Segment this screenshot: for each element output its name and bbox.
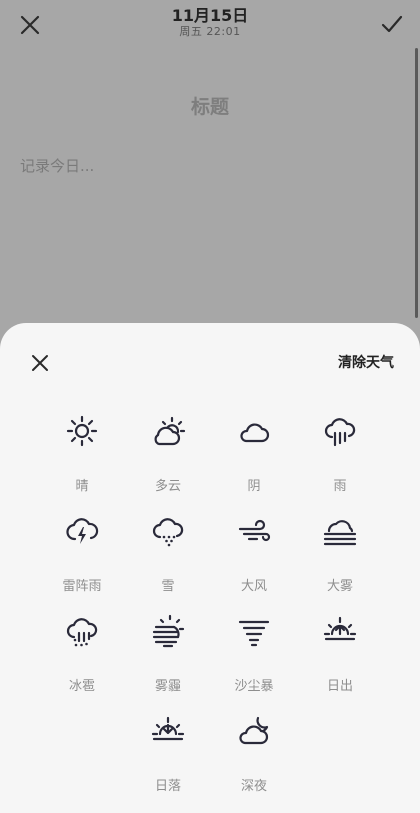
weather-option-overcast[interactable]: 阴 xyxy=(211,413,297,509)
weather-option-partly-cloudy[interactable]: 多云 xyxy=(125,413,211,509)
sun-icon xyxy=(66,415,98,447)
weather-label: 大雾 xyxy=(326,579,353,594)
close-icon xyxy=(32,355,48,371)
cloud-icon xyxy=(240,423,270,443)
date-header[interactable]: 11月15日 周五 22:01 xyxy=(0,6,420,39)
weather-label: 冰雹 xyxy=(68,679,95,694)
sheet-close-button[interactable] xyxy=(24,347,56,379)
check-icon xyxy=(381,15,403,33)
weather-option-sunset[interactable]: 日落 xyxy=(125,713,211,809)
weather-label: 沙尘暴 xyxy=(234,679,274,694)
partly-cloudy-icon xyxy=(154,416,186,446)
weather-label: 多云 xyxy=(154,479,181,494)
sunset-icon xyxy=(151,716,185,741)
weather-label: 雪 xyxy=(161,579,175,594)
note-title-input[interactable]: 标题 xyxy=(0,92,420,119)
night-icon xyxy=(239,716,269,745)
fog-icon xyxy=(323,520,357,546)
clear-weather-button[interactable]: 清除天气 xyxy=(338,352,394,372)
rain-icon xyxy=(324,418,356,447)
weather-label: 晴 xyxy=(75,479,89,494)
confirm-button[interactable] xyxy=(376,8,408,40)
hail-icon xyxy=(66,618,98,647)
weather-label: 阴 xyxy=(247,479,261,494)
weather-option-sandstorm[interactable]: 沙尘暴 xyxy=(211,613,297,709)
thunderstorm-icon xyxy=(66,518,99,544)
date-label: 11月15日 xyxy=(171,6,249,25)
weather-option-thunderstorm[interactable]: 雷阵雨 xyxy=(39,513,125,609)
weather-label: 深夜 xyxy=(240,779,267,794)
weather-option-haze[interactable]: 雾霾 xyxy=(125,613,211,709)
weather-option-hail[interactable]: 冰雹 xyxy=(39,613,125,709)
weather-label: 日出 xyxy=(326,679,353,694)
weather-option-rain[interactable]: 雨 xyxy=(297,413,383,509)
weather-label: 雷阵雨 xyxy=(62,579,102,594)
weather-label: 大风 xyxy=(240,579,267,594)
weather-option-fog[interactable]: 大雾 xyxy=(297,513,383,609)
note-body-input[interactable]: 记录今日... xyxy=(20,155,94,176)
haze-icon xyxy=(152,614,185,648)
weather-option-night[interactable]: 深夜 xyxy=(211,713,297,809)
scrollbar[interactable] xyxy=(415,48,418,318)
weather-option-sunrise[interactable]: 日出 xyxy=(297,613,383,709)
weather-label: 雾霾 xyxy=(154,679,181,694)
sandstorm-icon xyxy=(238,620,270,647)
snow-icon xyxy=(152,518,184,547)
weather-label: 日落 xyxy=(154,779,181,794)
top-bar: 11月15日 周五 22:01 xyxy=(0,0,420,50)
weather-option-wind[interactable]: 大风 xyxy=(211,513,297,609)
weather-label: 雨 xyxy=(333,479,347,494)
wind-icon xyxy=(238,519,271,542)
weekday-time-label: 周五 22:01 xyxy=(179,25,241,38)
weather-sheet: 清除天气 晴 多云 阴 雨 雷阵雨 雪 大风 大雾 冰雹 雾霾 沙尘暴 日出 日… xyxy=(0,323,420,813)
weather-option-snow[interactable]: 雪 xyxy=(125,513,211,609)
weather-option-sunny[interactable]: 晴 xyxy=(39,413,125,509)
sunrise-icon xyxy=(323,616,357,641)
